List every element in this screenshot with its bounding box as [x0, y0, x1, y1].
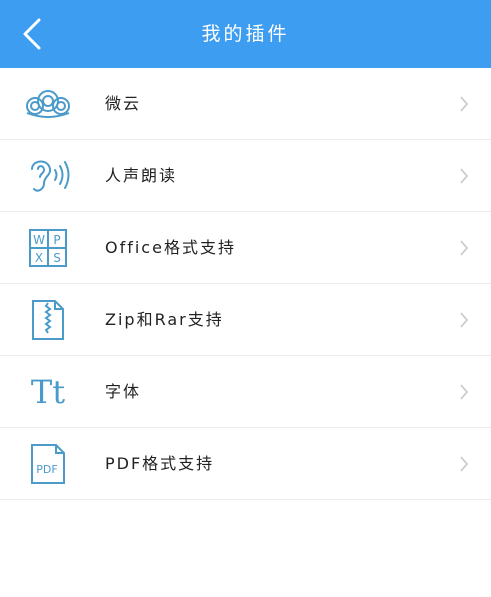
plugin-item-pdf[interactable]: PDF PDF格式支持: [0, 428, 491, 500]
font-icon-text: Tt: [30, 373, 66, 411]
office-letter-w: W: [33, 233, 45, 247]
pdf-icon-text: PDF: [36, 463, 57, 476]
header-bar: 我的插件: [0, 0, 491, 68]
office-letter-s: S: [53, 251, 61, 265]
plugin-label: 人声朗读: [105, 166, 178, 185]
plugin-label: PDF格式支持: [105, 454, 215, 473]
chevron-right-icon: [460, 240, 469, 256]
office-letter-x: X: [35, 251, 43, 265]
plugin-item-office[interactable]: W P X S Office格式支持: [0, 212, 491, 284]
chevron-right-icon: [460, 96, 469, 112]
plugin-list: 微云 人声朗读 W P X S Office格式支持 Zip和Rar支持 Tt …: [0, 68, 491, 500]
pdf-file-icon: PDF: [24, 442, 72, 486]
plugin-label: Zip和Rar支持: [105, 310, 224, 329]
chevron-right-icon: [460, 384, 469, 400]
page-title: 我的插件: [201, 23, 290, 45]
plugin-item-font[interactable]: Tt 字体: [0, 356, 491, 428]
plugin-label: Office格式支持: [105, 238, 236, 257]
chevron-right-icon: [460, 456, 469, 472]
ear-sound-icon: [24, 154, 72, 198]
font-tt-icon: Tt: [24, 370, 72, 414]
plugin-item-weiyun[interactable]: 微云: [0, 68, 491, 140]
office-letter-p: P: [53, 233, 60, 247]
plugin-label: 微云: [105, 94, 142, 113]
plugin-item-zip-rar[interactable]: Zip和Rar支持: [0, 284, 491, 356]
plugin-label: 字体: [105, 382, 142, 401]
wpxs-grid-icon: W P X S: [24, 226, 72, 270]
zip-file-icon: [24, 298, 72, 342]
chevron-right-icon: [460, 168, 469, 184]
chevron-right-icon: [460, 312, 469, 328]
cloud-icon: [24, 82, 72, 126]
plugin-item-voice-reading[interactable]: 人声朗读: [0, 140, 491, 212]
